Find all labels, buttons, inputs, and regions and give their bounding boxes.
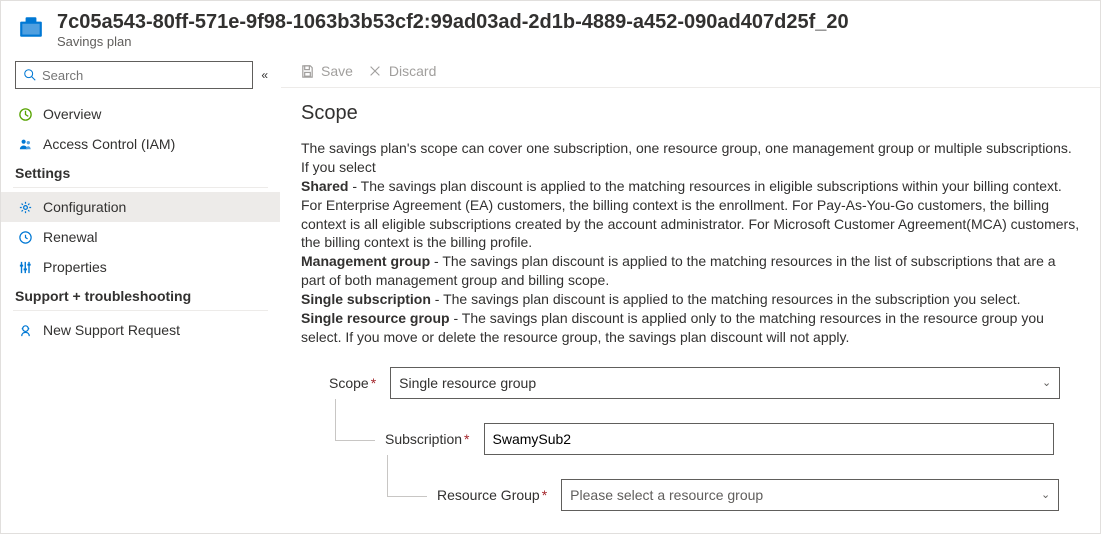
subscription-input[interactable] bbox=[484, 423, 1054, 455]
tree-connector bbox=[335, 399, 375, 441]
sidebar-item-label: Overview bbox=[43, 106, 101, 122]
scope-selected-value: Single resource group bbox=[399, 375, 536, 391]
discard-label: Discard bbox=[389, 63, 436, 79]
sidebar-group-support: Support + troubleshooting bbox=[1, 282, 280, 308]
page-subtitle: Savings plan bbox=[57, 34, 849, 49]
subscription-label: Subscription* bbox=[385, 431, 470, 447]
sidebar-item-overview[interactable]: Overview bbox=[1, 99, 280, 129]
resource-icon bbox=[17, 13, 45, 41]
sidebar-item-label: Properties bbox=[43, 259, 107, 275]
properties-icon bbox=[17, 259, 33, 275]
divider bbox=[13, 310, 268, 311]
sidebar-item-properties[interactable]: Properties bbox=[1, 252, 280, 282]
sidebar-item-support[interactable]: New Support Request bbox=[1, 315, 280, 345]
sidebar-item-configuration[interactable]: Configuration bbox=[1, 192, 280, 222]
gear-icon bbox=[17, 199, 33, 215]
toolbar: Save Discard bbox=[281, 55, 1100, 87]
collapse-sidebar-button[interactable]: « bbox=[261, 68, 268, 82]
overview-icon bbox=[17, 106, 33, 122]
page-title: 7c05a543-80ff-571e-9f98-1063b3b53cf2:99a… bbox=[57, 11, 849, 34]
sidebar-item-renewal[interactable]: Renewal bbox=[1, 222, 280, 252]
chevron-down-icon: ⌄ bbox=[1041, 488, 1050, 501]
save-icon bbox=[299, 63, 315, 79]
divider bbox=[13, 187, 268, 188]
tree-connector bbox=[387, 455, 427, 497]
section-title: Scope bbox=[301, 102, 1080, 125]
chevron-down-icon: ⌄ bbox=[1042, 376, 1051, 389]
discard-button[interactable]: Discard bbox=[367, 63, 436, 79]
resource-group-placeholder: Please select a resource group bbox=[570, 487, 763, 503]
search-input-wrapper[interactable] bbox=[15, 61, 253, 89]
sidebar-item-label: Access Control (IAM) bbox=[43, 136, 175, 152]
save-button[interactable]: Save bbox=[299, 63, 353, 79]
scope-label: Scope* bbox=[329, 375, 376, 391]
sidebar-item-iam[interactable]: Access Control (IAM) bbox=[1, 129, 280, 159]
divider bbox=[281, 87, 1100, 88]
save-label: Save bbox=[321, 63, 353, 79]
sidebar-item-label: New Support Request bbox=[43, 322, 180, 338]
sidebar: « Overview Access Control (IAM) Settings bbox=[1, 55, 281, 533]
resource-group-label: Resource Group* bbox=[437, 487, 547, 503]
sidebar-item-label: Renewal bbox=[43, 229, 97, 245]
scope-description: The savings plan's scope can cover one s… bbox=[301, 139, 1080, 347]
header: 7c05a543-80ff-571e-9f98-1063b3b53cf2:99a… bbox=[1, 1, 1100, 55]
form: Scope* Single resource group ⌄ Subscript… bbox=[301, 367, 1080, 513]
sidebar-item-label: Configuration bbox=[43, 199, 126, 215]
search-input[interactable] bbox=[42, 68, 246, 83]
support-icon bbox=[17, 322, 33, 338]
main-panel: Save Discard Scope The savings plan's sc… bbox=[281, 55, 1100, 533]
resource-group-dropdown[interactable]: Please select a resource group ⌄ bbox=[561, 479, 1059, 511]
sidebar-group-settings: Settings bbox=[1, 159, 280, 185]
scope-dropdown[interactable]: Single resource group ⌄ bbox=[390, 367, 1060, 399]
clock-icon bbox=[17, 229, 33, 245]
iam-icon bbox=[17, 136, 33, 152]
search-icon bbox=[22, 67, 38, 83]
close-icon bbox=[367, 63, 383, 79]
